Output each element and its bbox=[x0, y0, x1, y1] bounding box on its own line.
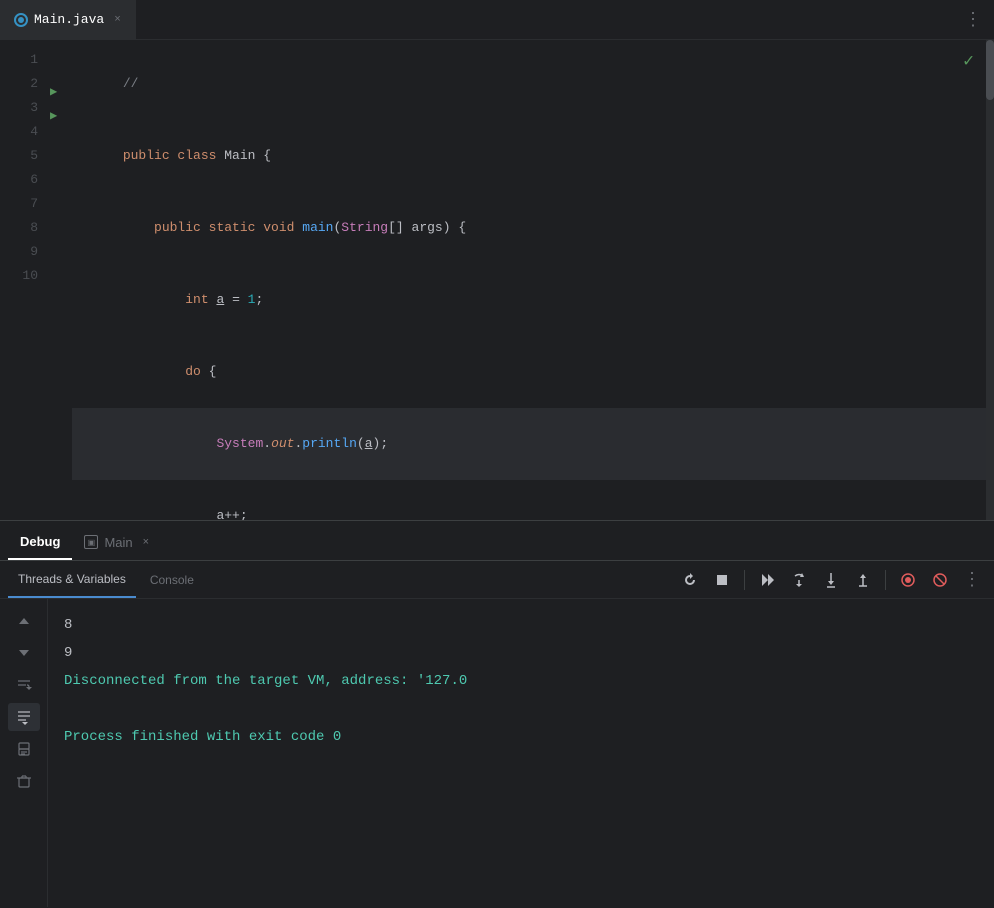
more-menu-button[interactable]: ⋮ bbox=[964, 9, 994, 31]
step-into-icon bbox=[823, 572, 839, 588]
restart-debug-button[interactable] bbox=[676, 566, 704, 594]
line-num-6: 6 bbox=[0, 168, 38, 192]
print-icon bbox=[16, 741, 32, 757]
code-line-4: int a = 1; bbox=[72, 264, 994, 336]
line-num-3: 3 bbox=[0, 96, 38, 120]
run-line-2-icon[interactable]: ▶ bbox=[50, 80, 72, 104]
step-out-icon bbox=[855, 572, 871, 588]
resume-icon bbox=[759, 572, 775, 588]
code-line-6: System.out.println(a); bbox=[72, 408, 994, 480]
main-tab-icon: ▣ bbox=[84, 535, 98, 549]
editor-area: 1 2 3 4 5 6 7 8 9 10 ▶ ▶ // public class… bbox=[0, 40, 994, 520]
stop-icon bbox=[715, 573, 729, 587]
java-icon-inner bbox=[18, 17, 24, 23]
threads-variables-label: Threads & Variables bbox=[18, 572, 126, 586]
gutter: ▶ ▶ bbox=[50, 40, 72, 520]
checkmark-icon: ✓ bbox=[963, 50, 974, 72]
console-tab[interactable]: Console bbox=[140, 562, 204, 598]
scroll-end-icon bbox=[16, 709, 32, 725]
clear-breakpoints-button[interactable] bbox=[926, 566, 954, 594]
debug-tab[interactable]: Debug bbox=[8, 524, 72, 560]
toolbar-separator-1 bbox=[744, 570, 745, 590]
code-line-3: public static void main(String[] args) { bbox=[72, 192, 994, 264]
debug-label: Debug bbox=[20, 534, 60, 549]
wrap-icon bbox=[16, 677, 32, 693]
line-num-5: 5 bbox=[0, 144, 38, 168]
scroll-to-end-button[interactable] bbox=[8, 703, 40, 731]
run-line-3-icon[interactable]: ▶ bbox=[50, 104, 72, 128]
console-wrapper: 8 9 Disconnected from the target VM, add… bbox=[0, 599, 994, 907]
console-sidebar bbox=[0, 599, 48, 907]
trash-icon bbox=[16, 773, 32, 789]
clear-breakpoints-icon bbox=[933, 573, 947, 587]
main-tab[interactable]: ▣ Main × bbox=[72, 524, 161, 560]
step-over-button[interactable] bbox=[785, 566, 813, 594]
mute-icon bbox=[901, 573, 915, 587]
debug-tabs: Debug ▣ Main × bbox=[0, 521, 994, 561]
line-numbers: 1 2 3 4 5 6 7 8 9 10 bbox=[0, 40, 50, 520]
step-into-button[interactable] bbox=[817, 566, 845, 594]
console-label: Console bbox=[150, 573, 194, 587]
threads-variables-tab[interactable]: Threads & Variables bbox=[8, 562, 136, 598]
down-arrow-icon bbox=[17, 646, 31, 660]
code-line-7: a++; bbox=[72, 480, 994, 520]
line-num-9: 9 bbox=[0, 240, 38, 264]
print-button[interactable] bbox=[8, 735, 40, 763]
scroll-up-button[interactable] bbox=[8, 607, 40, 635]
restart-icon bbox=[682, 572, 698, 588]
scrollbar-thumb[interactable] bbox=[986, 40, 994, 100]
code-line-5: do { bbox=[72, 336, 994, 408]
console-line-8: 8 bbox=[64, 611, 978, 639]
main-tab-close[interactable]: × bbox=[143, 536, 149, 548]
mute-breakpoints-button[interactable] bbox=[894, 566, 922, 594]
toolbar-row: Threads & Variables Console bbox=[0, 561, 994, 599]
tab-close-icon[interactable]: × bbox=[114, 14, 121, 26]
line-num-8: 8 bbox=[0, 216, 38, 240]
debug-panel: Debug ▣ Main × Threads & Variables Conso… bbox=[0, 520, 994, 907]
vertical-scrollbar[interactable] bbox=[986, 40, 994, 520]
line-num-4: 4 bbox=[0, 120, 38, 144]
step-out-button[interactable] bbox=[849, 566, 877, 594]
resume-button[interactable] bbox=[753, 566, 781, 594]
console-line-9: 9 bbox=[64, 639, 978, 667]
up-arrow-icon bbox=[17, 614, 31, 628]
main-tab-label: Main bbox=[104, 535, 132, 550]
console-line-empty bbox=[64, 695, 978, 723]
tab-bar-left: Main.java × bbox=[0, 0, 136, 39]
java-icon bbox=[14, 13, 28, 27]
line-num-1: 1 bbox=[0, 48, 38, 72]
line-num-10: 10 bbox=[0, 264, 38, 288]
scroll-down-button[interactable] bbox=[8, 639, 40, 667]
console-line-exit: Process finished with exit code 0 bbox=[64, 723, 978, 751]
tab-filename: Main.java bbox=[34, 12, 104, 27]
line-num-7: 7 bbox=[0, 192, 38, 216]
code-editor[interactable]: // public class Main { public static voi… bbox=[72, 40, 994, 520]
soft-wrap-button[interactable] bbox=[8, 671, 40, 699]
main-java-tab[interactable]: Main.java × bbox=[0, 0, 136, 39]
step-over-icon bbox=[791, 572, 807, 588]
more-options-button[interactable]: ⋮ bbox=[958, 566, 986, 594]
console-line-disconnected: Disconnected from the target VM, address… bbox=[64, 667, 978, 695]
code-line-2: public class Main { bbox=[72, 120, 994, 192]
tab-bar: Main.java × ⋮ bbox=[0, 0, 994, 40]
stop-button[interactable] bbox=[708, 566, 736, 594]
console-output: 8 9 Disconnected from the target VM, add… bbox=[48, 599, 994, 907]
code-line-1: // bbox=[72, 48, 994, 120]
clear-console-button[interactable] bbox=[8, 767, 40, 795]
toolbar-separator-2 bbox=[885, 570, 886, 590]
line-num-2: 2 bbox=[0, 72, 38, 96]
